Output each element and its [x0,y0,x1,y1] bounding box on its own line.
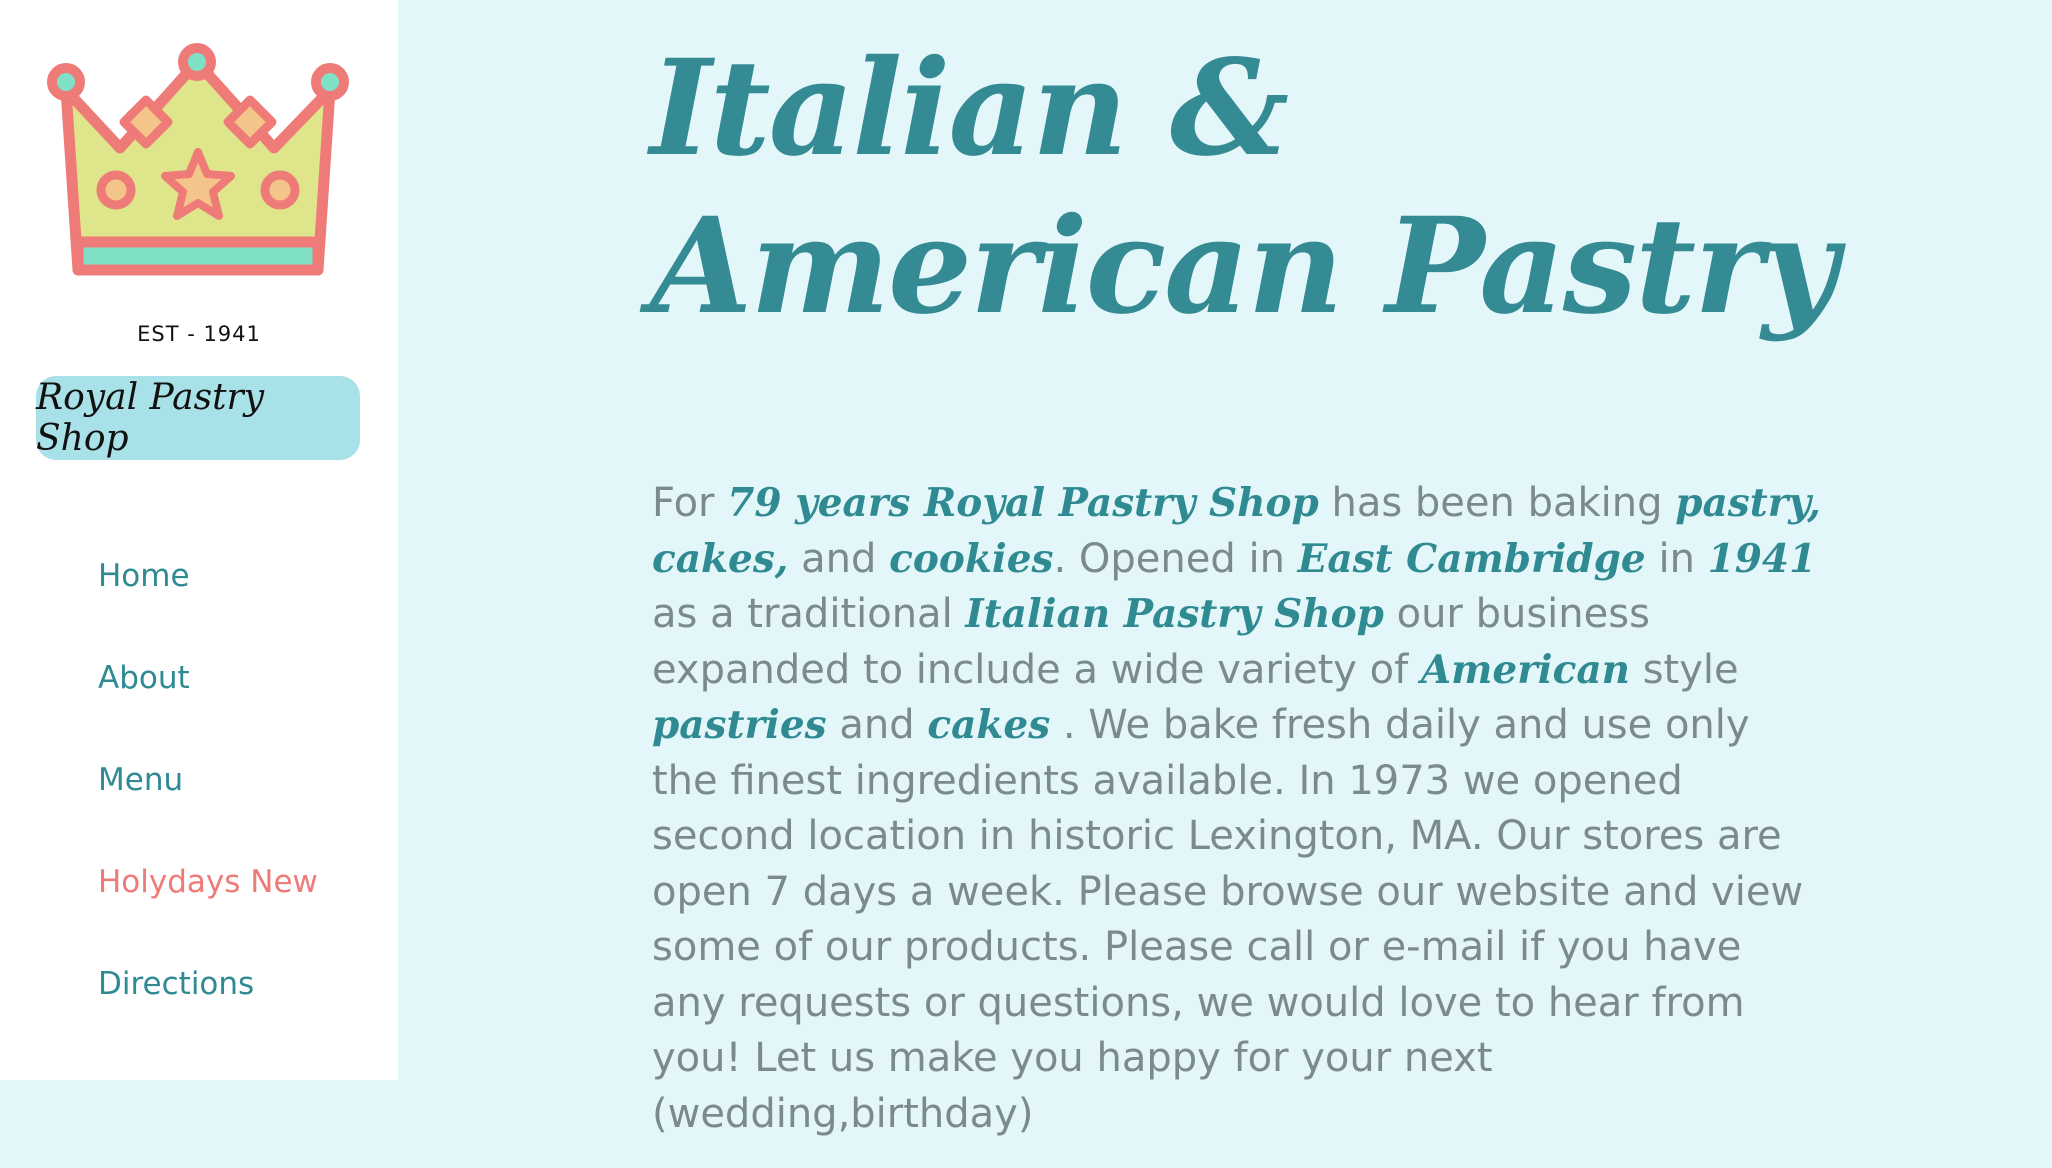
nav-home[interactable]: Home [98,558,318,660]
nav-about[interactable]: About [98,660,318,762]
intro-highlight-american: American [1420,646,1630,693]
intro-text: as a traditional [652,591,966,637]
intro-text: in [1645,535,1708,582]
intro-text: style [1629,646,1739,693]
intro-highlight-pastries: pastries [652,702,827,748]
shop-name-badge[interactable]: Royal Pastry Shop [36,376,360,460]
established-label: EST - 1941 [137,322,261,346]
intro-highlight-location: East Cambridge [1297,535,1646,582]
nav-holidays-new[interactable]: Holydays New [98,864,318,966]
intro-text: and [788,535,890,582]
main-nav: Home About Menu Holydays New Directions [98,558,318,1068]
intro-highlight-cakes: cakes [927,702,1051,748]
intro-highlight-italian-shop: Italian Pastry Shop [965,591,1384,637]
nav-menu[interactable]: Menu [98,762,318,864]
intro-highlight-year: 1941 [1707,535,1817,582]
crown-icon[interactable] [42,40,354,288]
intro-text: For [652,480,728,526]
intro-highlight-cookies: cookies [889,535,1054,582]
sidebar: EST - 1941 Royal Pastry Shop Home About … [0,0,398,1080]
intro-text: and [826,702,928,748]
intro-paragraph: For 79 years Royal Pastry Shop has been … [652,476,1822,1142]
nav-directions[interactable]: Directions [98,966,318,1068]
intro-text: . We bake fresh daily and use only the f… [652,702,1804,1137]
intro-text: has been baking [1318,480,1676,526]
intro-text: . Opened in [1053,535,1298,582]
page-title: Italian & American Pastry [650,31,1838,344]
intro-highlight-years: 79 years Royal Pastry Shop [727,480,1319,526]
